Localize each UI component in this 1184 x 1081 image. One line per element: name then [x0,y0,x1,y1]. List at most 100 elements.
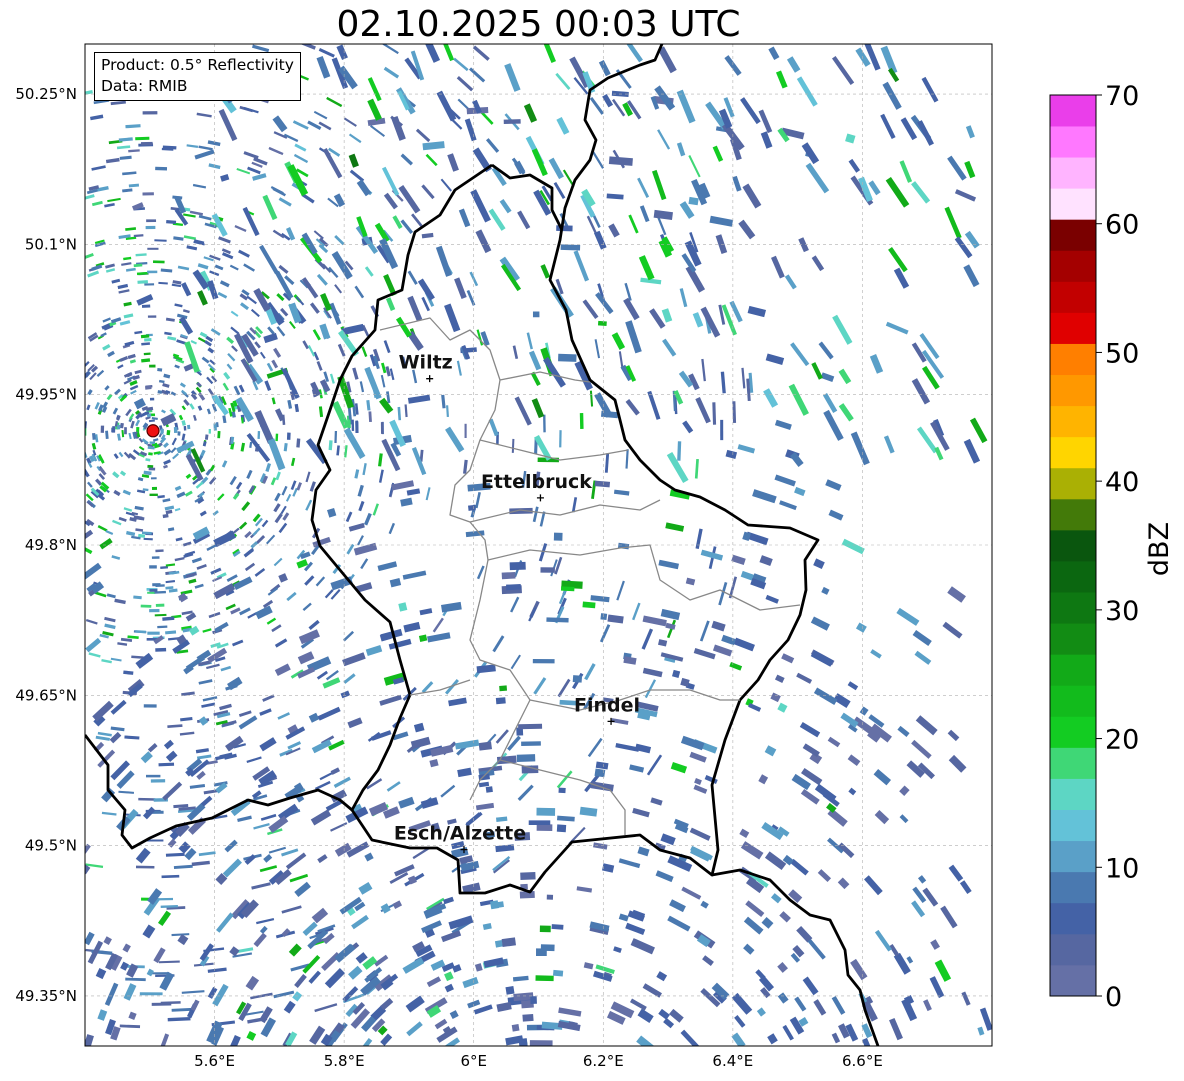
colorbar-segment [1050,592,1096,624]
echo-cell [166,429,171,436]
echo-cell [720,419,724,441]
colorbar-segment [1050,809,1096,842]
echo-cell [157,625,168,629]
echo-cell [286,432,291,440]
colorbar-segment [1050,281,1096,313]
echo-cell [600,613,608,621]
x-tick-label: 5.6°E [194,1052,235,1070]
echo-cell [144,283,155,286]
x-tick-label: 6.2°E [583,1052,624,1070]
echo-cell [147,631,160,635]
echo-cell [468,504,476,511]
x-tick-label: 5.8°E [324,1052,365,1070]
echo-cell [142,111,158,115]
colorbar-tick-label: 0 [1105,982,1122,1013]
echo-cell [499,685,508,692]
echo-cell [147,315,157,318]
colorbar-segment [1050,219,1096,251]
city-label: Wiltz [399,352,453,374]
echo-cell [149,397,155,401]
echo-cell [464,423,467,439]
y-tick-label: 49.95°N [15,386,77,404]
echo-cell [536,807,556,816]
echo-cell [149,441,156,445]
echo-cell [138,797,156,801]
echo-cell [148,452,153,456]
echo-cell [688,196,699,206]
echo-cell [147,591,156,594]
echo-cell [145,225,156,230]
echo-cell [540,567,555,573]
colorbar-segment [1050,747,1096,779]
echo-cell [351,419,355,431]
echo-cell [275,433,279,442]
echo-cell [155,603,165,607]
echo-cell [142,192,154,196]
echo-cell [116,424,121,430]
colorbar-segment [1050,623,1096,655]
echo-cell [149,589,158,592]
echo-cell [257,431,261,439]
y-tick-label: 49.35°N [15,987,77,1005]
y-tick-label: 49.8°N [25,536,77,554]
echo-cell [540,944,555,952]
echo-cell [553,532,563,541]
x-tick-label: 6°E [460,1052,487,1070]
echo-cell [149,565,157,569]
echo-cell [148,467,156,471]
echo-cell [139,992,163,996]
colorbar-segment [1050,964,1096,997]
colorbar-segment [1050,467,1096,500]
echo-cell [155,549,164,553]
echo-cell [151,486,158,490]
echo-cell [208,428,211,434]
colorbar-segment [1050,840,1096,873]
echo-cell [155,647,167,652]
echo-cell [511,1024,520,1032]
echo-cell [594,768,606,778]
city-label: Esch/Alzette [394,823,526,845]
y-tick-label: 50.25°N [15,85,77,103]
echo-cell [558,787,566,794]
echo-cell [187,424,191,430]
echo-cell [520,872,536,880]
colorbar-segment [1050,126,1096,158]
echo-cell [334,430,338,444]
echo-cell [539,925,551,933]
echo-cell [552,969,564,977]
colorbar-segment [1050,902,1096,935]
echo-cell [158,762,175,767]
echo-cell [505,986,515,995]
colorbar-segment [1050,498,1096,531]
echo-cell [559,430,562,448]
echo-cell [380,422,384,434]
echo-cell [143,704,157,708]
echo-cell [152,583,161,587]
echo-cell [147,247,159,250]
city-label: Findel [574,694,640,716]
y-tick-label: 49.65°N [15,686,77,704]
echo-cell [485,786,493,793]
info-box: Product: 0.5° Reflectivity Data: RMIB [94,52,301,101]
radar-site-layer [146,424,160,438]
echo-cell [124,427,127,435]
colorbar-tick-label: 60 [1105,210,1139,241]
echo-cell [528,820,551,826]
colorbar-segment [1050,95,1096,127]
echo-cell [149,364,156,368]
echo-cell [111,427,114,433]
colorbar-segment [1050,157,1096,189]
colorbar-segment [1050,374,1096,407]
echo-cell [478,741,493,751]
echo-cell [152,260,165,264]
echo-cell [141,304,151,308]
echo-cell [183,425,187,431]
echo-cell [532,311,540,318]
echo-cell [560,586,575,592]
echo-cell [92,432,96,440]
echo-cell [501,571,516,580]
radar-site-marker [146,424,160,438]
echo-cell [582,601,596,609]
colorbar-segment [1050,871,1096,904]
echo-cell [556,824,567,833]
